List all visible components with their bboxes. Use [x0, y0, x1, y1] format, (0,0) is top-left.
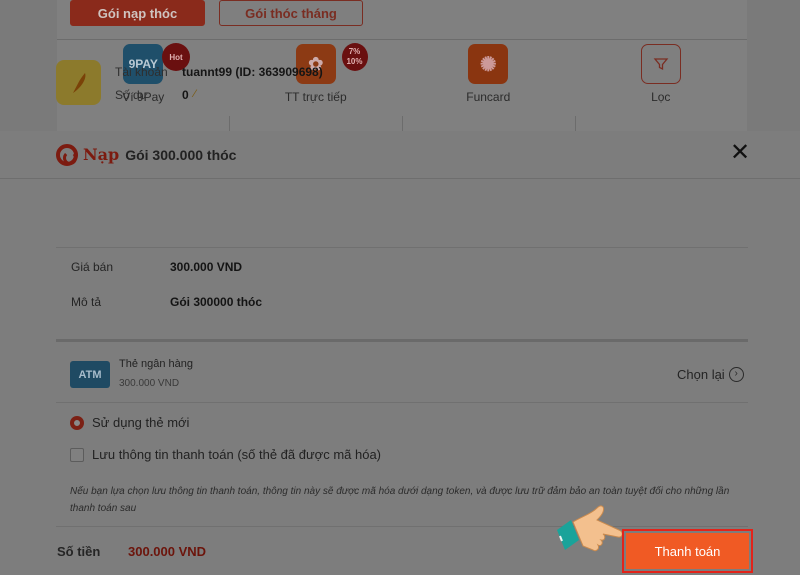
description-label: Mô tả	[71, 295, 102, 309]
save-info-checkbox[interactable]	[70, 447, 84, 462]
choose-again-link[interactable]: Chọn lại ›	[677, 367, 744, 382]
save-info-note: Nếu bạn lựa chọn lưu thông tin thanh toá…	[70, 486, 730, 514]
balance-label: Số dư	[115, 88, 148, 102]
save-info-label: Lưu thông tin thanh toán (số thẻ đã được…	[92, 447, 382, 462]
use-new-card-option[interactable]: Sử dụng thẻ mới	[70, 415, 189, 430]
chevron-right-icon: ›	[728, 367, 744, 382]
payment-method-name: Thẻ ngân hàng	[119, 358, 194, 370]
use-new-card-label: Sử dụng thẻ mới	[92, 415, 190, 430]
account-label: Tài khoản	[115, 65, 168, 79]
close-icon[interactable]: ✕	[728, 141, 752, 166]
discount-top: 7%	[348, 47, 361, 56]
radio-selected[interactable]	[70, 415, 84, 430]
payment-amount: 300.000 VND	[119, 378, 180, 389]
tab-goi-thoc-thang[interactable]: Gói thóc tháng	[219, 0, 363, 26]
account-value: tuannt99 (ID: 363909698)	[182, 65, 323, 79]
choose-again-label: Chọn lại	[677, 367, 725, 382]
divider	[56, 526, 748, 527]
atm-card-icon: ATM	[70, 361, 110, 388]
package-tabs: Gói nạp thóc Gói thóc tháng	[70, 0, 363, 26]
divider	[56, 247, 748, 248]
total-label: Số tiền	[57, 544, 101, 559]
pay-button[interactable]: Thanh toán	[626, 533, 749, 569]
divider	[57, 39, 747, 40]
total-value: 300.000 VND	[128, 544, 207, 559]
divider	[575, 116, 576, 132]
divider	[56, 339, 748, 342]
price-label: Giá bán	[71, 260, 114, 274]
balance-value: 0	[182, 88, 189, 102]
modal-title: Gói 300.000 thóc	[125, 146, 237, 163]
price-value: 300.000 VND	[170, 260, 243, 274]
logo-text: Nạp	[83, 145, 120, 164]
divider	[56, 402, 748, 403]
account-summary: Tài khoản tuannt99 (ID: 363909698) Số dư…	[56, 60, 756, 110]
tab-goi-nap-thoc[interactable]: Gói nạp thóc	[70, 0, 205, 26]
pay-button-highlight: Thanh toán	[622, 529, 753, 573]
divider	[229, 116, 230, 132]
avatar	[56, 60, 101, 105]
save-payment-info-option[interactable]: Lưu thông tin thanh toán (số thẻ đã được…	[70, 447, 381, 462]
modal-header: Nạp Gói 300.000 thóc ✕	[0, 131, 800, 179]
description-value: Gói 300000 thóc	[170, 295, 263, 309]
logo-swirl-icon	[56, 143, 78, 166]
pointing-hand-icon	[557, 505, 623, 552]
rice-grain-icon: ⁄	[194, 88, 196, 100]
divider	[402, 116, 403, 132]
